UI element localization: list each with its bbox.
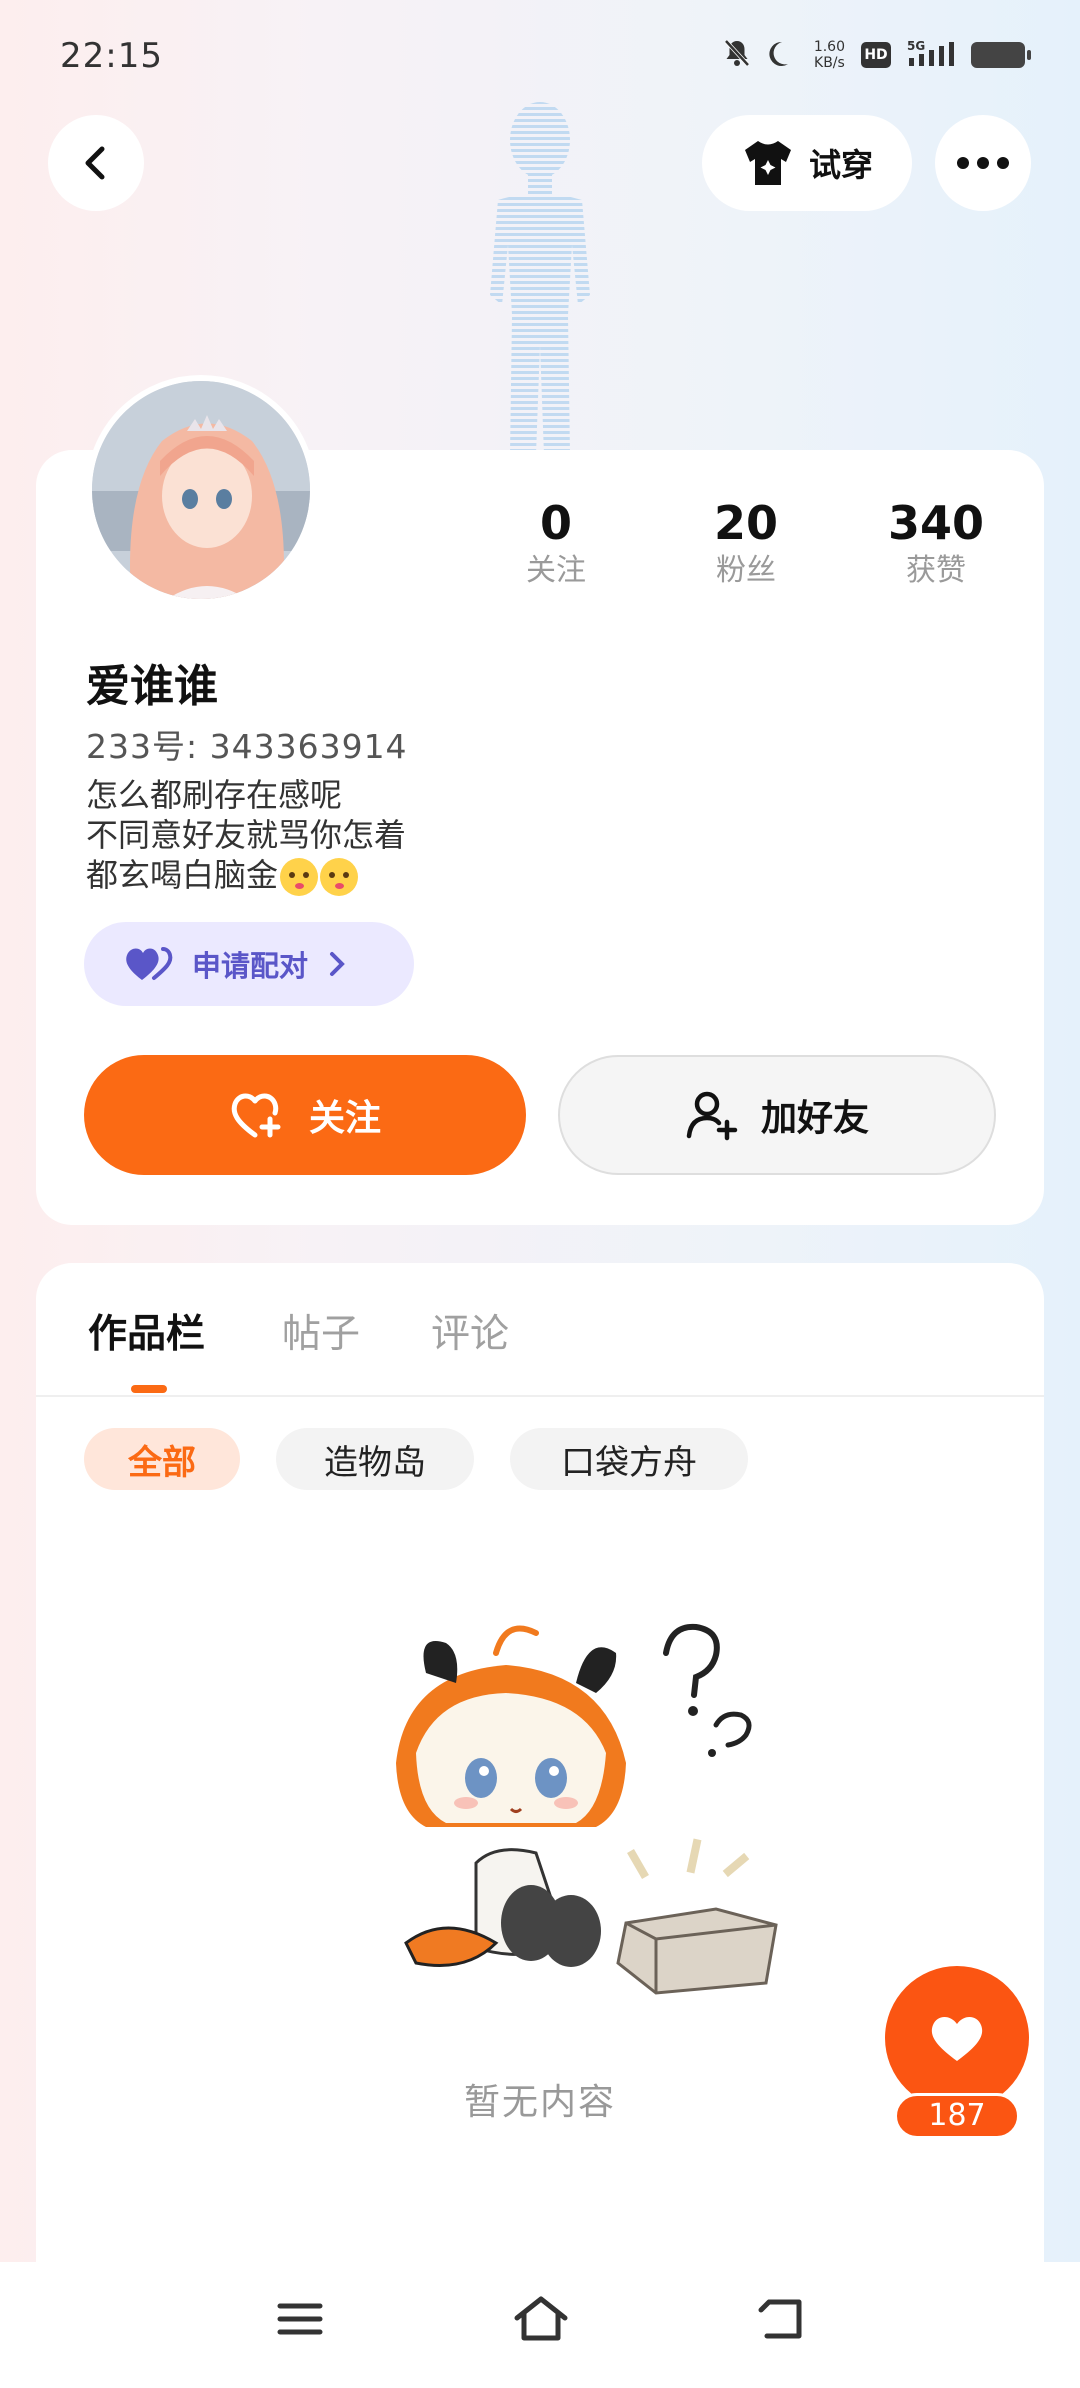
signal-icon: 5G	[907, 38, 955, 72]
stat-label: 获赞	[906, 553, 966, 588]
shirt-icon	[744, 141, 791, 185]
try-on-button[interactable]: 试穿	[702, 115, 912, 211]
stat-value: 340	[887, 496, 985, 550]
battery-icon	[971, 42, 1031, 68]
follow-button[interactable]: 关注	[84, 1055, 526, 1175]
try-on-label: 试穿	[808, 146, 873, 184]
empty-state-text: 暂无内容	[463, 2082, 616, 2123]
menu-icon[interactable]	[275, 2294, 325, 2344]
stat-value: 20	[713, 496, 778, 550]
content-card: 作品栏 帖子 评论 全部 造物岛 口袋方舟 暂无内容	[36, 1263, 1044, 2263]
bio: 怎么都刷存在感呢 不同意好友就骂你怎着 都玄喝白脑金	[86, 775, 406, 896]
hd-badge: HD	[861, 42, 891, 68]
tab-comments[interactable]: 评论	[431, 1303, 509, 1359]
stat-likes[interactable]: 340 获赞	[856, 495, 1016, 591]
bio-line-3: 都玄喝白脑金	[86, 855, 406, 896]
like-count: 187	[894, 2093, 1020, 2139]
chip-all[interactable]: 全部	[84, 1428, 240, 1490]
status-time: 22:15	[60, 36, 163, 76]
heart-icon	[931, 2016, 983, 2061]
back-button[interactable]	[48, 115, 144, 211]
apply-pair-label: 申请配对	[192, 949, 309, 983]
moon-icon	[768, 38, 798, 72]
add-user-icon	[686, 1091, 738, 1141]
system-nav-bar	[0, 2262, 1080, 2388]
kiss-emoji-icon	[280, 858, 319, 896]
like-button[interactable]	[885, 1966, 1029, 2110]
content-tabs: 作品栏 帖子 评论	[36, 1263, 1044, 1397]
stat-label: 关注	[526, 553, 586, 588]
stat-value: 0	[539, 496, 572, 550]
avatar[interactable]	[86, 375, 316, 605]
more-button[interactable]	[935, 115, 1031, 211]
bio-line: 怎么都刷存在感呢	[86, 776, 343, 814]
user-id[interactable]: 233号: 343363914	[86, 720, 408, 768]
chevron-right-icon	[330, 952, 345, 976]
home-icon[interactable]	[512, 2294, 570, 2344]
chevron-left-icon	[85, 146, 105, 180]
avatar-hologram	[490, 102, 590, 455]
add-friend-button[interactable]: 加好友	[558, 1055, 996, 1175]
heart-pair-icon	[126, 947, 173, 980]
chip-pocket-ark[interactable]: 口袋方舟	[510, 1428, 748, 1490]
stat-label: 粉丝	[716, 553, 776, 588]
chip-creation-island[interactable]: 造物岛	[276, 1428, 474, 1490]
net-speed-value: 1.60	[813, 39, 845, 55]
stat-following[interactable]: 0 关注	[476, 495, 636, 591]
empty-state-illustration	[396, 1623, 778, 1995]
net-speed: 1.60 KB/s	[814, 39, 845, 71]
more-dots-icon	[957, 157, 1009, 169]
tab-works[interactable]: 作品栏	[88, 1303, 205, 1359]
bio-line: 都玄喝白脑金	[86, 856, 279, 894]
username: 爱谁谁	[86, 661, 218, 712]
mute-notification-icon	[722, 38, 752, 72]
tab-indicator	[131, 1385, 167, 1393]
follow-label: 关注	[308, 1098, 381, 1139]
bio-line: 不同意好友就骂你怎着	[86, 816, 407, 854]
net-speed-unit: KB/s	[814, 55, 845, 71]
add-friend-label: 加好友	[760, 1098, 869, 1139]
status-icons: 1.60 KB/s HD 5G	[722, 38, 1031, 72]
status-bar: 22:15 1.60 KB/s HD 5G	[0, 0, 1080, 110]
stats-row: 0 关注 20 粉丝 340 获赞	[476, 495, 1016, 591]
stat-followers[interactable]: 20 粉丝	[666, 495, 826, 591]
heart-add-icon	[231, 1093, 281, 1138]
kiss-emoji-icon	[320, 858, 359, 896]
apply-pair-button[interactable]: 申请配对	[84, 922, 414, 1006]
back-nav-icon[interactable]	[755, 2294, 807, 2344]
network-label: 5G	[907, 39, 925, 53]
tab-posts[interactable]: 帖子	[282, 1303, 360, 1359]
